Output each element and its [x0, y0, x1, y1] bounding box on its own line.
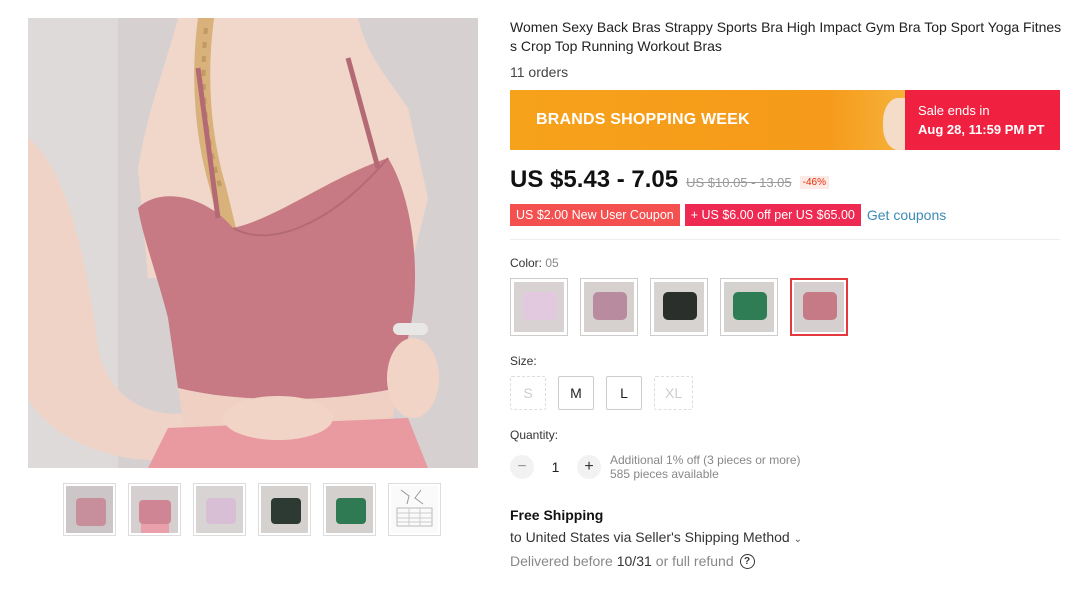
new-user-coupon[interactable]: US $2.00 New User Coupon [510, 204, 680, 226]
original-price: US $10.05 - 13.05 [686, 175, 792, 190]
shipping-title: Free Shipping [510, 507, 604, 523]
quantity-decrease-button[interactable]: − [510, 455, 534, 479]
thumb-pink-back [76, 498, 106, 526]
swatch-green [733, 292, 767, 320]
bulk-discount-note: Additional 1% off (3 pieces or more) [610, 453, 801, 467]
quantity-label: Quantity: [510, 428, 559, 442]
sale-end-date: Aug 28, 11:59 PM PT [918, 122, 1045, 137]
get-coupons-link[interactable]: Get coupons [867, 207, 946, 223]
color-swatch-5[interactable] [790, 278, 848, 336]
thumbnail-5[interactable] [323, 483, 376, 536]
thumb-leggings [141, 524, 169, 533]
shipping-destination[interactable]: to United States via Seller's Shipping M… [510, 529, 1062, 545]
banner-title: BRANDS SHOPPING WEEK [536, 111, 750, 128]
discount-badge: -46% [799, 176, 829, 189]
quantity-notes: Additional 1% off (3 pieces or more) 585… [610, 453, 801, 481]
quantity-increase-button[interactable]: + [577, 455, 601, 479]
thumb-size-chart [396, 489, 433, 527]
coupon-row: US $2.00 New User Coupon + US $6.00 off … [510, 204, 1062, 226]
thumb-green-front [336, 498, 366, 524]
delivery-suffix: or full refund [655, 553, 734, 569]
current-price: US $5.43 - 7.05 [510, 166, 679, 193]
thumb-pink-back-strappy [139, 500, 171, 524]
thumbnail-1[interactable] [63, 483, 116, 536]
banner-countdown: Sale ends in Aug 28, 11:59 PM PT [905, 90, 1060, 150]
thumbnail-6[interactable] [388, 483, 441, 536]
product-info: Women Sexy Back Bras Strappy Sports Bra … [510, 18, 1062, 569]
product-title: Women Sexy Back Bras Strappy Sports Bra … [510, 19, 1062, 54]
thumb-lavender-front [206, 498, 236, 524]
swatch-pink [803, 292, 837, 320]
banner-decoration-icon [883, 98, 905, 150]
chevron-down-icon[interactable]: ⌄ [794, 534, 802, 545]
color-swatch-list [510, 278, 1062, 336]
color-swatch-2[interactable] [580, 278, 638, 336]
size-label: Size: [510, 354, 537, 368]
promo-banner[interactable]: BRANDS SHOPPING WEEK Sale ends in Aug 28… [510, 90, 1060, 150]
price-row: US $5.43 - 7.05 US $10.05 - 13.05 -46% [510, 166, 1062, 194]
quantity-input[interactable]: 1 [534, 459, 577, 475]
thumbnail-2[interactable] [128, 483, 181, 536]
stock-available-note: 585 pieces available [610, 467, 719, 481]
thumbnail-strip [63, 483, 441, 536]
thumb-black-front [271, 498, 301, 524]
thumbnail-3[interactable] [193, 483, 246, 536]
order-count: 11 orders [510, 64, 569, 80]
banner-campaign: BRANDS SHOPPING WEEK [510, 90, 905, 150]
sale-ends-label: Sale ends in [918, 103, 990, 118]
product-photo-pink-sports-bra [28, 18, 478, 468]
thumbnail-4[interactable] [258, 483, 311, 536]
delivery-estimate: Delivered before 10/31 or full refund ? [510, 553, 1062, 569]
size-option-m[interactable]: M [558, 376, 594, 410]
color-swatch-4[interactable] [720, 278, 778, 336]
store-coupon[interactable]: + US $6.00 off per US $65.00 [684, 204, 861, 226]
size-option-list: S M L XL [510, 376, 1062, 410]
delivery-date: 10/31 [616, 553, 652, 569]
swatch-black [663, 292, 697, 320]
help-icon[interactable]: ? [739, 553, 755, 569]
swatch-mauve [593, 292, 627, 320]
divider [510, 239, 1060, 240]
size-option-xl[interactable]: XL [654, 376, 694, 410]
size-option-l[interactable]: L [606, 376, 642, 410]
color-selected-value: 05 [545, 256, 559, 270]
color-label-text: Color: [510, 256, 543, 270]
delivery-prefix: Delivered before [510, 553, 613, 569]
swatch-lavender [523, 292, 557, 320]
color-swatch-1[interactable] [510, 278, 568, 336]
quantity-stepper: − 1 + Additional 1% off (3 pieces or mor… [510, 453, 1062, 481]
color-label: Color: 05 [510, 256, 1062, 270]
shipping-destination-text: to United States via Seller's Shipping M… [510, 529, 790, 545]
main-product-image[interactable] [28, 18, 478, 468]
size-option-s[interactable]: S [510, 376, 546, 410]
color-swatch-3[interactable] [650, 278, 708, 336]
